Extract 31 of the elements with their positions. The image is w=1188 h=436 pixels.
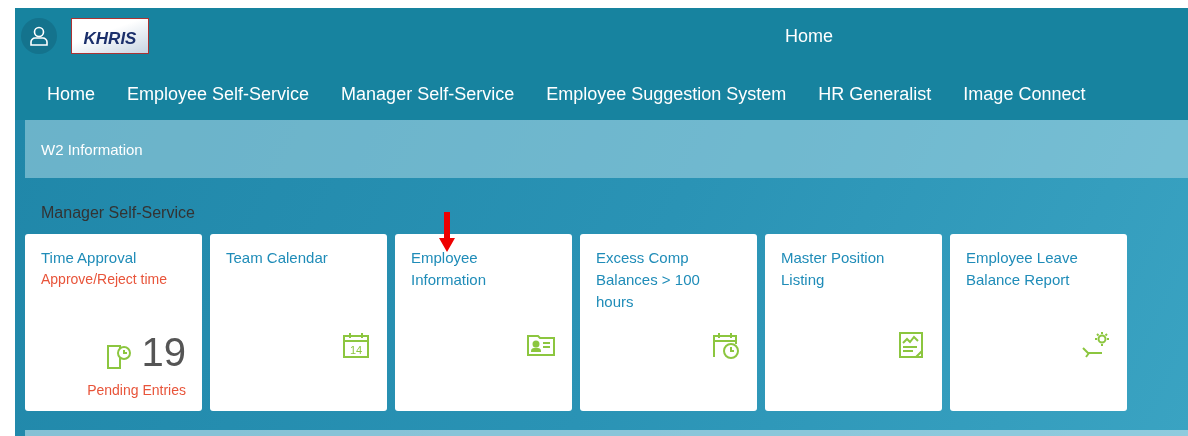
app-tile[interactable]: Master Position Listing — [765, 234, 942, 411]
app-tile[interactable]: Excess Comp Balances > 100 hours — [580, 234, 757, 411]
nav-tab[interactable]: Home — [31, 80, 111, 111]
app-tile[interactable]: Time Approval Approve/Reject time 19 Pending Entries — [25, 234, 202, 411]
tile-subtitle: Approve/Reject time — [41, 270, 169, 289]
nav-tab[interactable]: Employee Self-Service — [111, 80, 326, 111]
tile-title: Employee Leave Balance Report — [966, 248, 1079, 290]
report-chart-icon — [896, 330, 926, 360]
nav-tab[interactable]: Employee Suggestion System — [530, 80, 803, 111]
tile-title: Team Calendar — [226, 248, 329, 268]
app-tile[interactable]: Team Calendar 14 — [210, 234, 387, 411]
nav-tab[interactable]: Image Connect — [947, 80, 1102, 111]
calendar-clock-icon — [711, 330, 741, 360]
page-title: Home — [785, 26, 833, 47]
tile-footer: Pending Entries — [41, 382, 186, 398]
logo[interactable]: KHRIS — [71, 18, 149, 54]
menu-link[interactable]: W2 Information — [41, 140, 143, 158]
user-icon — [30, 26, 48, 46]
tile-title: Master Position Listing — [781, 248, 886, 290]
sun-lounger-icon — [1081, 330, 1111, 360]
app-tile[interactable]: Employee Information — [395, 234, 572, 411]
nav-tab[interactable]: Manager Self-Service — [325, 80, 531, 111]
arrow-icon — [439, 212, 455, 252]
tile-title: Excess Comp Balances > 100 hours — [596, 248, 701, 312]
tile-title: Time Approval — [41, 248, 138, 268]
app-tile[interactable]: Employee Leave Balance Report — [950, 234, 1127, 411]
user-button[interactable] — [21, 18, 57, 54]
tile-title: Employee Information — [411, 248, 488, 290]
count-value: 19 — [141, 332, 186, 372]
nav-tab[interactable]: HR Generalist — [802, 80, 948, 111]
section-title: Manager Self-Service — [40, 203, 196, 222]
